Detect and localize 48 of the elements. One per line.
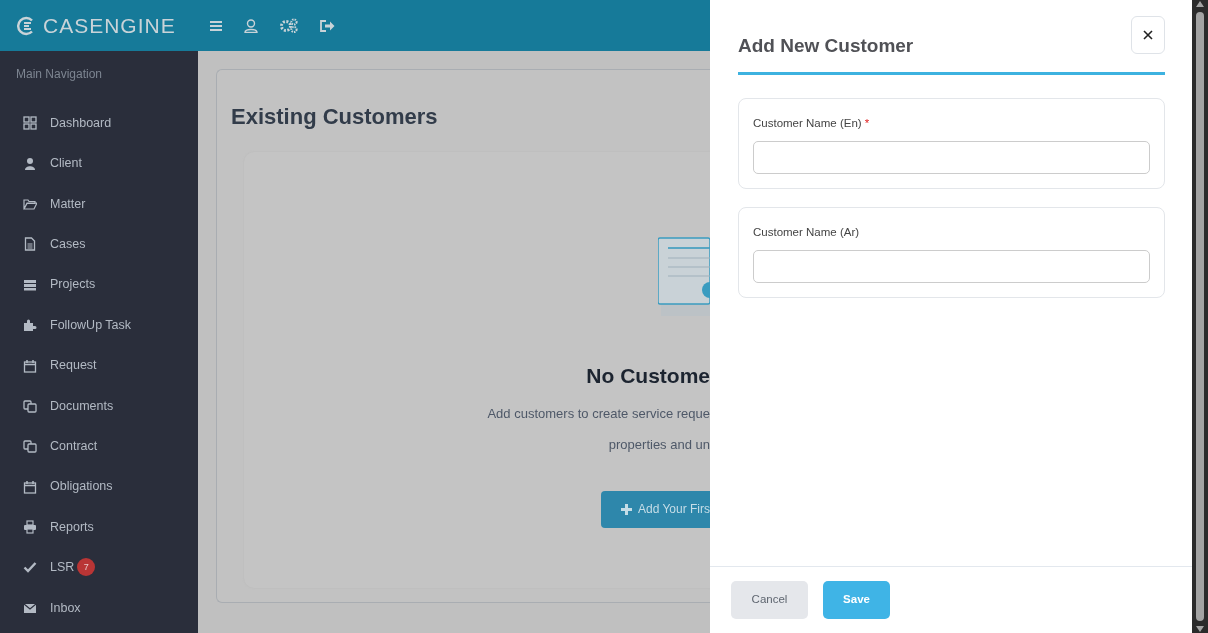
field-label: Customer Name (En) *: [753, 115, 871, 131]
panel-title: Add New Customer: [738, 35, 914, 58]
document-icon: [23, 237, 37, 252]
sidebar-item[interactable]: Documents: [0, 385, 198, 427]
text-input[interactable]: [753, 141, 1150, 175]
text-input[interactable]: [753, 250, 1150, 284]
sidebar-heading: Main Navigation: [15, 66, 103, 83]
logout-icon[interactable]: [320, 19, 335, 32]
puzzle-icon: [23, 318, 37, 333]
sidebar-item[interactable]: Reports: [0, 506, 198, 548]
check-icon: [23, 560, 37, 575]
cancel-button[interactable]: Cancel: [731, 581, 808, 619]
copy-icon: [23, 398, 37, 413]
logo-text: CASENGINE: [43, 12, 176, 39]
user-icon: [23, 156, 37, 171]
scroll-down-icon[interactable]: [1195, 625, 1205, 633]
page-title: Existing Customers: [231, 104, 439, 131]
copy-icon: [23, 439, 37, 454]
sidebar-item[interactable]: Dashboard: [0, 103, 198, 144]
gears-icon[interactable]: [280, 18, 298, 33]
sidebar-item[interactable]: Cases: [0, 224, 198, 265]
user-icon[interactable]: [244, 18, 258, 33]
sidebar-item[interactable]: Request: [0, 345, 198, 386]
scroll-up-icon[interactable]: [1195, 0, 1205, 8]
scrollbar[interactable]: [1192, 0, 1208, 633]
sidebar-item[interactable]: FollowUp Task: [0, 304, 198, 346]
calendar-icon: [23, 358, 37, 373]
count-badge: 7: [77, 558, 96, 577]
empty-state-text: properties and un: [608, 436, 710, 455]
sidebar-item[interactable]: LSR 7: [0, 547, 198, 588]
sidebar-item[interactable]: Client: [0, 143, 198, 184]
sidebar-item[interactable]: Inbox: [0, 587, 198, 629]
printer-icon: [23, 520, 37, 535]
sidebar-item[interactable]: Obligations: [0, 466, 198, 507]
server-icon: [23, 277, 37, 292]
grid-icon: [23, 116, 37, 131]
folder-icon: [23, 196, 37, 211]
field-label: Customer Name (Ar): [753, 225, 861, 241]
sidebar-item[interactable]: Projects: [0, 264, 198, 305]
empty-state-heading: No Custome: [586, 363, 710, 390]
calendar-icon: [23, 479, 37, 494]
sidebar-item[interactable]: Contract: [0, 426, 198, 467]
plus-icon: [620, 503, 632, 515]
sidebar-item[interactable]: Matter: [0, 183, 198, 225]
menu-icon[interactable]: [210, 20, 222, 31]
close-button[interactable]: [1131, 16, 1165, 54]
close-icon: [1143, 30, 1153, 40]
empty-state-text: Add customers to create service reque: [487, 404, 710, 423]
